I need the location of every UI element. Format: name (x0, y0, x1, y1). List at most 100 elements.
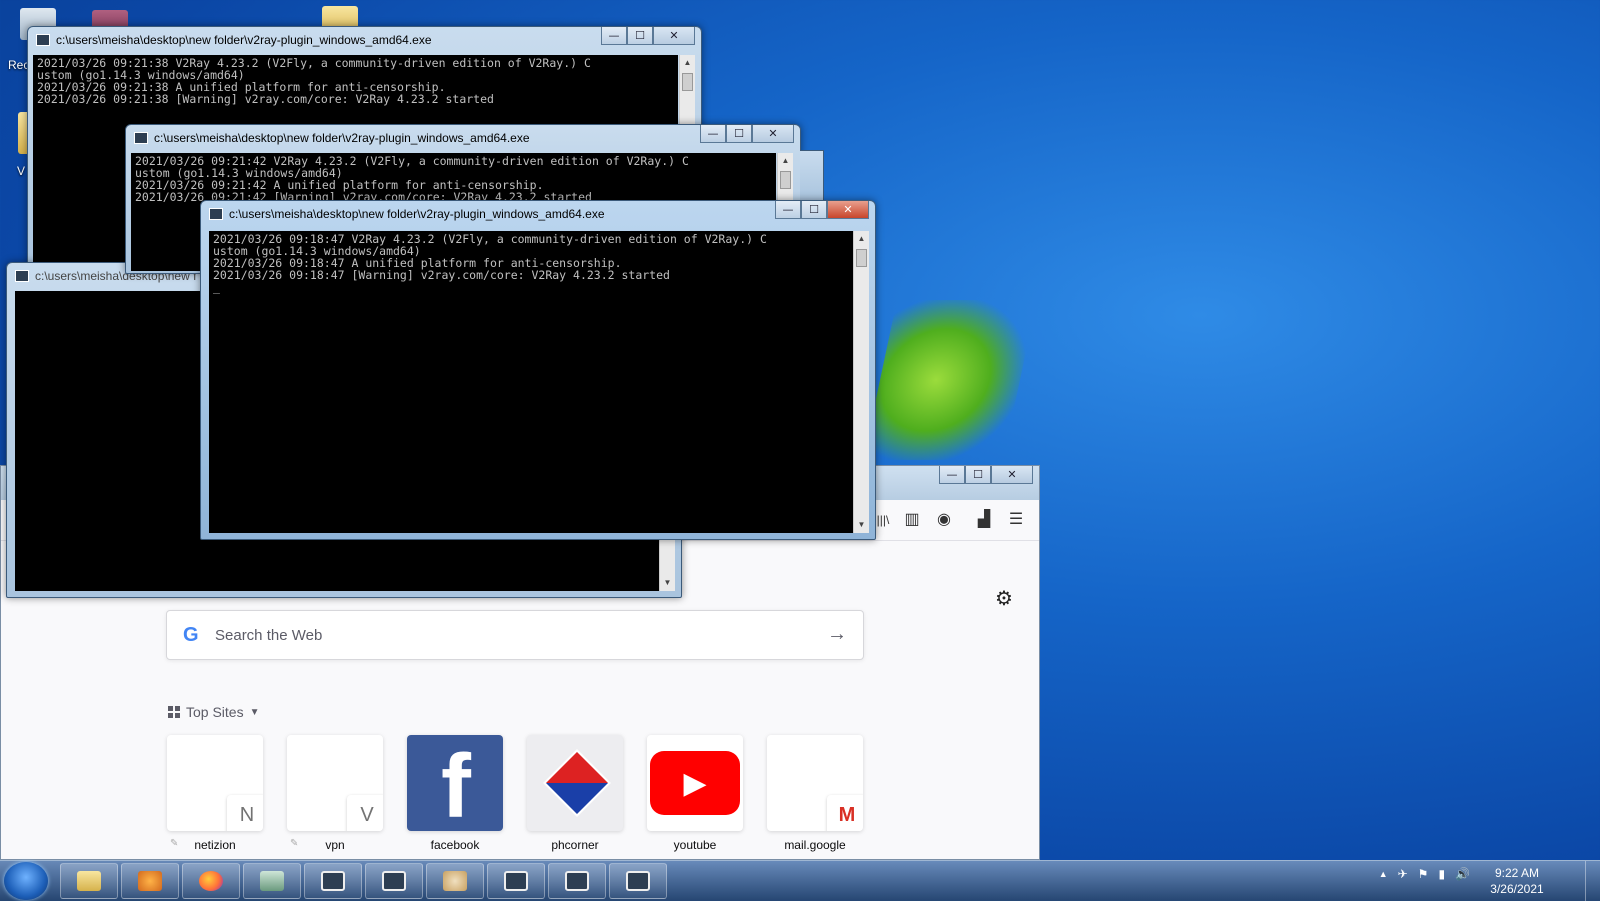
clock[interactable]: 9:22 AM 3/26/2021 (1482, 865, 1552, 897)
minimize-button[interactable]: — (601, 27, 627, 45)
firefox-close-button[interactable]: ✕ (991, 466, 1033, 484)
minimize-button[interactable]: — (700, 125, 726, 143)
console-title: c:\users\meisha\desktop\new folder\v2ray… (56, 33, 432, 47)
scroll-up-icon[interactable]: ▲ (854, 231, 869, 247)
taskbar-paint[interactable] (426, 863, 484, 899)
console-line: _ (213, 280, 220, 294)
close-button[interactable]: ✕ (752, 125, 794, 143)
google-icon: G (183, 624, 199, 646)
tile-letter: N (227, 795, 263, 831)
system-tray: ▲ ✈ ⚑ ▮ 🔊 (1379, 867, 1470, 881)
media-player-icon (138, 871, 162, 891)
extensions-icon[interactable]: ▟ (973, 509, 995, 531)
console-icon (626, 871, 650, 891)
taskbar-console-3[interactable] (487, 863, 545, 899)
action-center-flag-icon[interactable]: ⚑ (1418, 867, 1429, 881)
tile-label: mail.google (784, 838, 846, 852)
taskbar-console-4[interactable] (548, 863, 606, 899)
console-window-4: c:\users\meisha\desktop\new folder\v2ray… (200, 200, 876, 540)
console-titlebar[interactable]: c:\users\meisha\desktop\new folder\v2ray… (126, 125, 800, 151)
console-app-icon (209, 208, 223, 220)
firefox-maximize-button[interactable]: ☐ (965, 466, 991, 484)
maximize-button[interactable]: ☐ (627, 27, 653, 45)
telegram-icon[interactable]: ✈ (1398, 867, 1408, 881)
scrollbar[interactable]: ▲ ▼ (853, 231, 869, 533)
console-titlebar[interactable]: c:\users\meisha\desktop\new folder\v2ray… (28, 27, 701, 53)
top-site-tile-phcorner[interactable] (527, 735, 623, 831)
scroll-up-icon[interactable]: ▲ (680, 55, 695, 71)
youtube-play-glyph: ▶ (683, 766, 707, 800)
scroll-down-icon[interactable]: ▼ (854, 517, 869, 533)
desktop-wallpaper-logo (862, 300, 1038, 460)
grid-icon (168, 706, 180, 718)
scroll-up-icon[interactable]: ▲ (778, 153, 793, 169)
paint-icon (443, 871, 467, 891)
maximize-button[interactable]: ☐ (801, 201, 827, 219)
search-input[interactable]: G Search the Web → (166, 610, 864, 660)
taskbar-media-player[interactable] (121, 863, 179, 899)
show-hidden-icons-icon[interactable]: ▲ (1379, 869, 1388, 879)
search-placeholder: Search the Web (215, 627, 323, 644)
console-icon (504, 871, 528, 891)
tile-label: netizion (194, 838, 236, 852)
menu-icon[interactable]: ☰ (1005, 509, 1027, 531)
top-site-tile-youtube[interactable]: ▶ (647, 735, 743, 831)
taskbar-console-2[interactable] (365, 863, 423, 899)
gear-icon[interactable]: ⚙ (995, 586, 1013, 611)
window-edge-fragment (800, 150, 824, 202)
taskbar-console-1[interactable] (304, 863, 362, 899)
youtube-icon: ▶ (650, 751, 740, 815)
scroll-thumb[interactable] (856, 249, 867, 267)
clock-date: 3/26/2021 (1490, 882, 1544, 896)
tile-label: facebook (430, 838, 480, 852)
tile-label: phcorner (551, 838, 599, 852)
taskbar: ▲ ✈ ⚑ ▮ 🔊 9:22 AM 3/26/2021 (0, 860, 1600, 901)
console-line: 2021/03/26 09:18:47 [Warning] v2ray.com/… (213, 268, 670, 282)
volume-icon[interactable]: 🔊 (1455, 867, 1470, 881)
tile-letter: V (347, 795, 383, 831)
top-sites-title: Top Sites (186, 704, 244, 720)
minimize-button[interactable]: — (775, 201, 801, 219)
scroll-thumb[interactable] (780, 171, 791, 189)
top-site-tile-mail-google[interactable]: M (767, 735, 863, 831)
scroll-down-icon[interactable]: ▼ (660, 575, 675, 591)
folder-icon (77, 871, 101, 891)
top-site-tile-vpn[interactable]: V (287, 735, 383, 831)
taskbar-app[interactable] (243, 863, 301, 899)
tile-label: youtube (673, 838, 717, 852)
firefox-icon (199, 871, 223, 891)
show-desktop-button[interactable] (1585, 861, 1600, 901)
console-titlebar[interactable]: c:\users\meisha\desktop\new folder\v2ray… (201, 201, 875, 227)
taskbar-firefox[interactable] (182, 863, 240, 899)
sidebar-icon[interactable]: ▥ (901, 509, 923, 531)
taskbar-explorer[interactable] (60, 863, 118, 899)
console-icon (382, 871, 406, 891)
scroll-thumb[interactable] (682, 73, 693, 91)
taskbar-console-5[interactable] (609, 863, 667, 899)
facebook-icon: f (441, 737, 471, 831)
phcorner-cube-icon (543, 749, 611, 817)
top-sites-header[interactable]: Top Sites ▼ (168, 704, 260, 720)
desktop-label-v: V (17, 164, 26, 178)
console-output[interactable]: 2021/03/26 09:18:47 V2Ray 4.23.2 (V2Fly,… (209, 231, 853, 533)
close-button[interactable]: ✕ (653, 27, 695, 45)
console-app-icon (15, 270, 29, 282)
network-icon[interactable]: ▮ (1438, 867, 1445, 881)
top-site-tile-netizion[interactable]: N (167, 735, 263, 831)
maximize-button[interactable]: ☐ (726, 125, 752, 143)
start-button[interactable] (4, 862, 48, 900)
gmail-icon: M (827, 795, 863, 831)
console-icon (565, 871, 589, 891)
close-button[interactable]: ✕ (827, 201, 869, 219)
chevron-down-icon: ▼ (249, 706, 260, 718)
clock-time: 9:22 AM (1494, 866, 1540, 880)
console-title: c:\users\meisha\desktop\new folder\v2ray… (229, 207, 605, 221)
top-site-tile-facebook[interactable]: f (407, 735, 503, 831)
account-icon[interactable]: ◉ (933, 509, 955, 531)
arrow-right-icon[interactable]: → (827, 623, 847, 646)
firefox-minimize-button[interactable]: — (939, 466, 965, 484)
console-line: 2021/03/26 09:21:38 [Warning] v2ray.com/… (37, 92, 494, 106)
tile-label: vpn (325, 838, 345, 852)
app-icon (260, 871, 284, 891)
console-icon (321, 871, 345, 891)
